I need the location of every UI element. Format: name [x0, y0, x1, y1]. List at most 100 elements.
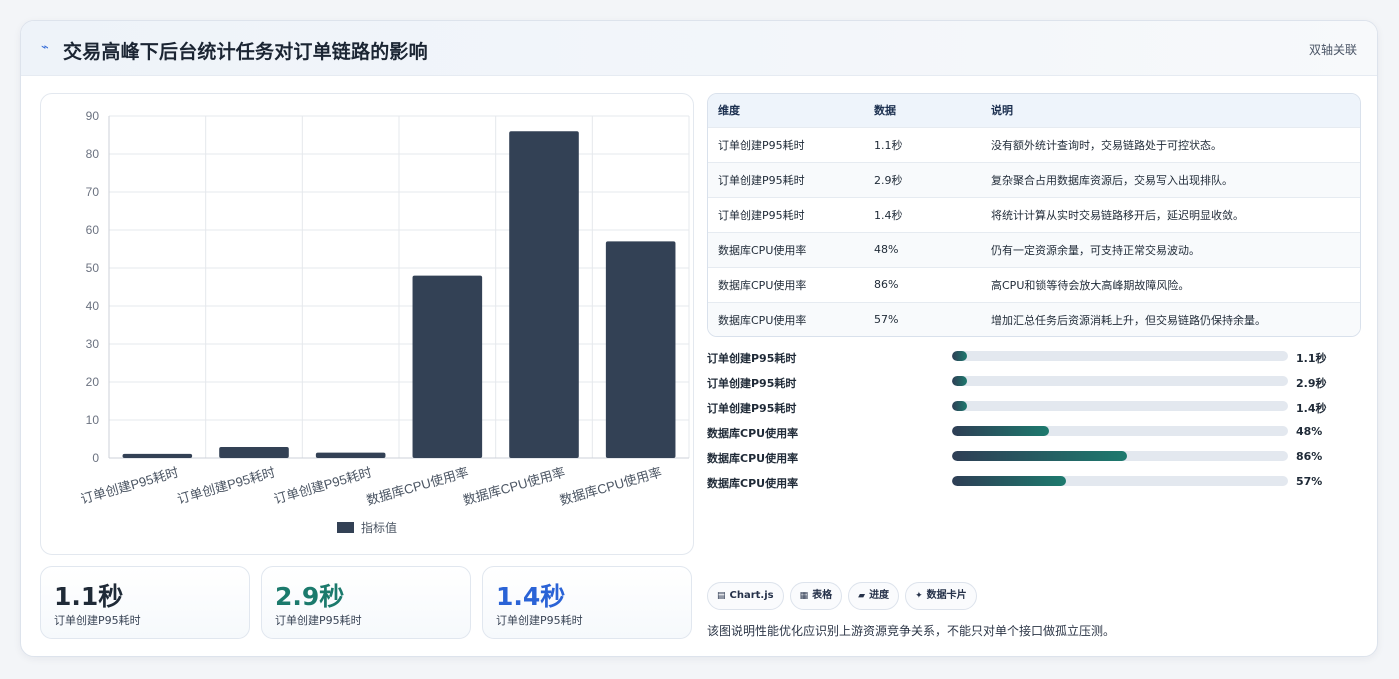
header-tag[interactable]: 双轴关联 [1309, 41, 1357, 58]
table-cell-description: 将统计计算从实时交易链路移开后，延迟明显收敛。 [991, 208, 1244, 222]
chip-label: 表格 [812, 590, 833, 601]
table-cell-data: 48% [874, 243, 899, 256]
y-tick-label: 80 [86, 147, 100, 161]
chip-table[interactable]: ▦ 表格 [789, 582, 843, 610]
legend-swatch [337, 522, 354, 533]
chip-sparkle[interactable]: ✦ 数据卡片 [905, 582, 977, 610]
progress-row: 订单创建P95耗时 1.1秒 [707, 347, 1361, 372]
chip-label: Chart.js [729, 590, 774, 601]
table-header-row: 维度 数据 说明 [708, 94, 1360, 127]
progress-value: 48% [1296, 425, 1323, 438]
stat-label: 订单创建P95耗时 [275, 614, 362, 627]
y-tick-label: 40 [86, 299, 100, 313]
bar-chart: 0102030405060708090订单创建P95耗时订单创建P95耗时订单创… [79, 109, 690, 535]
page-title: 交易高峰下后台统计任务对订单链路的影响 [63, 41, 428, 63]
progress-fill [952, 351, 968, 361]
progress-track [952, 376, 1288, 386]
chip-bar: ▤ Chart.js ▦ 表格 ▰ 进度 ✦ 数据卡片 [707, 582, 983, 610]
stat-value: 1.4秒 [496, 582, 566, 611]
table-header-description: 说明 [991, 104, 1013, 118]
table-cell-dimension: 订单创建P95耗时 [718, 138, 805, 152]
table-cell-data: 1.1秒 [874, 138, 903, 152]
progress-value: 1.4秒 [1296, 402, 1327, 415]
progress-value: 57% [1296, 475, 1323, 488]
table-row: 数据库CPU使用率 48% 仍有一定资源余量，可支持正常交易波动。 [708, 232, 1360, 267]
sparkle-icon: ✦ [915, 591, 923, 601]
progress-fill [952, 451, 1127, 461]
table-cell-data: 2.9秒 [874, 173, 903, 187]
table-cell-dimension: 订单创建P95耗时 [718, 208, 805, 222]
x-tick-label: 订单创建P95耗时 [175, 464, 276, 506]
chip-chart[interactable]: ▤ Chart.js [707, 582, 784, 610]
progress-fill [952, 401, 968, 411]
stat-value: 2.9秒 [275, 582, 345, 611]
table-cell-data: 86% [874, 278, 899, 291]
progress-row: 订单创建P95耗时 2.9秒 [707, 372, 1361, 397]
legend-label: 指标值 [361, 520, 397, 535]
progress-label: 数据库CPU使用率 [707, 452, 799, 465]
progress-row: 数据库CPU使用率 48% [707, 422, 1361, 447]
bar [412, 275, 483, 458]
bar [122, 453, 193, 458]
y-tick-label: 50 [86, 261, 100, 275]
y-tick-label: 90 [86, 109, 100, 123]
chip-label: 进度 [869, 590, 890, 601]
progress-fill [952, 376, 968, 386]
table-cell-dimension: 订单创建P95耗时 [718, 173, 805, 187]
x-tick-label: 订单创建P95耗时 [79, 464, 180, 506]
progress-track [952, 426, 1288, 436]
table-row: 数据库CPU使用率 57% 增加汇总任务后资源消耗上升，但交易链路仍保持余量。 [708, 302, 1360, 336]
table-row: 订单创建P95耗时 2.9秒 复杂聚合占用数据库资源后，交易写入出现排队。 [708, 162, 1360, 197]
table-cell-data: 1.4秒 [874, 208, 903, 222]
y-tick-label: 10 [86, 413, 100, 427]
table-row: 数据库CPU使用率 86% 高CPU和锁等待会放大高峰期故障风险。 [708, 267, 1360, 302]
table-cell-dimension: 数据库CPU使用率 [718, 278, 807, 292]
progress-label: 订单创建P95耗时 [707, 377, 797, 390]
bar-chart-panel: 0 10 20 30 40 50 60 70 80 90 订单创建P95耗时 订单创建P95耗时 订单创… [40, 93, 694, 555]
progress-label: 订单创建P95耗时 [707, 402, 797, 415]
table-cell-dimension: 数据库CPU使用率 [718, 243, 807, 257]
table-cell-description: 没有额外统计查询时，交易链路处于可控状态。 [991, 138, 1222, 152]
footnote: 该图说明性能优化应识别上游资源竞争关系，不能只对单个接口做孤立压测。 [707, 624, 1116, 638]
bar [509, 131, 579, 458]
progress-fill [952, 476, 1067, 486]
table-cell-description: 复杂聚合占用数据库资源后，交易写入出现排队。 [991, 173, 1233, 187]
x-tick-label: 数据库CPU使用率 [365, 464, 471, 507]
data-table: 维度 数据 说明 订单创建P95耗时 1.1秒 没有额外统计查询时，交易链路处于可控… [707, 93, 1361, 337]
bar [605, 241, 676, 458]
progress-row: 订单创建P95耗时 1.4秒 [707, 397, 1361, 422]
table-header-dimension: 维度 [718, 104, 740, 118]
x-tick-label: 数据库CPU使用率 [461, 464, 567, 507]
chip-progress[interactable]: ▰ 进度 [848, 582, 900, 610]
progress-track [952, 351, 1288, 361]
table-cell-description: 高CPU和锁等待会放大高峰期故障风险。 [991, 278, 1190, 292]
table-row: 订单创建P95耗时 1.4秒 将统计计算从实时交易链路移开后，延迟明显收敛。 [708, 197, 1360, 232]
y-tick-label: 60 [86, 223, 100, 237]
table-row: 订单创建P95耗时 1.1秒 没有额外统计查询时，交易链路处于可控状态。 [708, 127, 1360, 162]
main-card: ⌁ 交易高峰下后台统计任务对订单链路的影响 双轴关联 0 10 20 30 40 50 60… [20, 20, 1378, 657]
y-tick-label: 70 [86, 185, 100, 199]
progress-value: 1.1秒 [1296, 352, 1327, 365]
table-cell-description: 增加汇总任务后资源消耗上升，但交易链路仍保持余量。 [991, 313, 1266, 327]
progress-value: 86% [1296, 450, 1323, 463]
pulse-icon: ⌁ [41, 40, 49, 55]
stat-value: 1.1秒 [54, 582, 124, 611]
bar [315, 452, 386, 458]
progress-track [952, 401, 1288, 411]
progress-list: 订单创建P95耗时 1.1秒 订单创建P95耗时 2.9秒 订单创建P95耗时 1.4秒数… [707, 347, 1361, 497]
progress-label: 数据库CPU使用率 [707, 477, 799, 490]
chart-icon: ▤ [717, 591, 726, 601]
stat-label: 订单创建P95耗时 [54, 614, 141, 627]
progress-icon: ▰ [858, 591, 866, 601]
y-tick-label: 30 [86, 337, 100, 351]
progress-row: 数据库CPU使用率 86% [707, 447, 1361, 472]
card-header: ⌁ 交易高峰下后台统计任务对订单链路的影响 双轴关联 [21, 21, 1377, 76]
table-cell-description: 仍有一定资源余量，可支持正常交易波动。 [991, 243, 1200, 257]
progress-track [952, 476, 1288, 486]
progress-value: 2.9秒 [1296, 377, 1327, 390]
x-tick-label: 订单创建P95耗时 [272, 464, 373, 506]
x-tick-label: 数据库CPU使用率 [558, 464, 664, 507]
progress-fill [952, 426, 1050, 436]
stat-card: 1.4秒 订单创建P95耗时 [482, 566, 692, 639]
stat-card: 1.1秒订单创建P95耗时 [40, 566, 250, 639]
